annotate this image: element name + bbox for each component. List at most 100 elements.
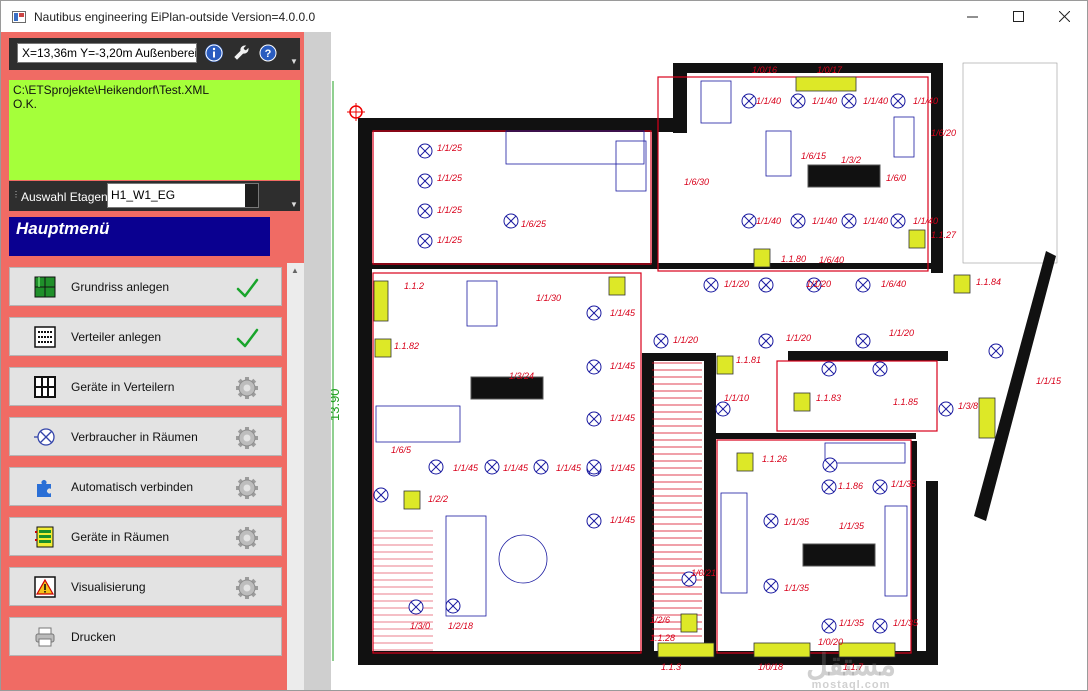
chevron-down-icon[interactable] (245, 184, 258, 207)
plan-label[interactable]: 1.1.3 (661, 662, 681, 672)
plan-label[interactable]: 1/1/45 (610, 515, 636, 525)
plan-label[interactable]: 1/1/25 (437, 205, 463, 215)
info-icon[interactable] (205, 44, 223, 62)
plan-label[interactable]: 1.1.84 (976, 277, 1001, 287)
plan-label[interactable]: 1/1/10 (724, 393, 749, 403)
plan-label[interactable]: 1/0/20 (818, 637, 843, 647)
plan-label[interactable]: 1/0/17 (817, 65, 843, 75)
plan-label[interactable]: 1/1/45 (453, 463, 479, 473)
floor-select[interactable]: H1_W1_EG (107, 183, 259, 208)
plan-label[interactable]: 1/1/45 (610, 413, 636, 423)
plan-label[interactable]: 1/1/20 (724, 279, 749, 289)
menu-item-7[interactable]: Visualisierung (9, 567, 282, 606)
floor-chevron-icon[interactable]: ▼ (289, 200, 299, 210)
dimension-label: 13.90 (331, 388, 342, 421)
plan-label[interactable]: 1/1/20 (889, 328, 914, 338)
plan-label[interactable]: 1.1.2 (404, 281, 424, 291)
plan-label[interactable]: 1.1.80 (781, 254, 806, 264)
plan-label[interactable]: 1/1/45 (610, 463, 636, 473)
furniture (615, 140, 647, 192)
toolbar-chevron-icon[interactable]: ▼ (289, 57, 299, 67)
plan-label[interactable]: 1.1.82 (394, 341, 419, 351)
furniture (505, 130, 645, 165)
plan-label[interactable]: 1/3/2 (841, 155, 861, 165)
plan-label[interactable]: 1/1/35 (891, 479, 917, 489)
plan-label[interactable]: 1/1/35 (839, 618, 865, 628)
plan-label[interactable]: 1/0/18 (758, 662, 783, 672)
plan-label[interactable]: 1/6/5 (391, 445, 412, 455)
menu-item-label: Verbraucher in Räumen (71, 430, 198, 444)
scroll-up-icon[interactable]: ▲ (291, 266, 299, 275)
plan-label[interactable]: 1.1.85 (893, 397, 919, 407)
plan-label[interactable]: 1/1/30 (536, 293, 561, 303)
plan-label[interactable]: 1/3/0 (410, 621, 430, 631)
plan-label[interactable]: 1/6/40 (819, 255, 844, 265)
wrench-icon[interactable] (232, 44, 250, 62)
plan-label[interactable]: 1/6/0 (886, 173, 906, 183)
plan-label[interactable]: 1/6/40 (881, 279, 906, 289)
menu-item-8[interactable]: Drucken (9, 617, 282, 656)
plan-label[interactable]: 1/1/35 (784, 517, 810, 527)
plan-label[interactable]: 1.1.86 (838, 481, 863, 491)
menu-item-4[interactable]: Verbraucher in Räumen (9, 417, 282, 456)
plan-label[interactable]: 1/1/20 (786, 333, 811, 343)
plan-label[interactable]: 1.1.83 (816, 393, 841, 403)
help-icon[interactable]: ? (259, 44, 277, 62)
plan-label[interactable]: 1/1/45 (610, 361, 636, 371)
menu-item-6[interactable]: Geräte in Räumen (9, 517, 282, 556)
plan-label[interactable]: 1/1/45 (503, 463, 529, 473)
plan-label[interactable]: 1/6/15 (801, 151, 827, 161)
gear-icon (236, 377, 258, 399)
plan-label[interactable]: 1/1/25 (437, 235, 463, 245)
plan-label[interactable]: 1/1/40 (756, 96, 781, 106)
menu-item-3[interactable]: Geräte in Verteilern (9, 367, 282, 406)
plan-label[interactable]: 1/0/21 (691, 568, 716, 578)
distributor-box (793, 392, 811, 412)
plan-label[interactable]: 1/6/25 (521, 219, 547, 229)
wall (642, 353, 712, 361)
plan-label[interactable]: 1/1/35 (784, 583, 810, 593)
plan-label[interactable]: 1/1/40 (913, 216, 938, 226)
plan-label[interactable]: 1/1/40 (812, 216, 837, 226)
plan-label[interactable]: 1/1/40 (913, 96, 938, 106)
plan-label[interactable]: 1/2/18 (448, 621, 473, 631)
plan-label[interactable]: 1.1.81 (736, 355, 761, 365)
balcony-outline (962, 62, 1058, 264)
plan-label[interactable]: 1.1.26 (762, 454, 787, 464)
plan-label[interactable]: 1/1/25 (437, 173, 463, 183)
plan-label[interactable]: 1/6/20 (931, 128, 956, 138)
menu-item-1[interactable]: Grundriss anlegen (9, 267, 282, 306)
plan-label[interactable]: 1/1/15 (1036, 376, 1062, 386)
plan-label[interactable]: 1/1/45 (556, 463, 582, 473)
plan-label[interactable]: 1/1/35 (839, 521, 865, 531)
floorplan-canvas[interactable]: 13.90 1/1/25 1/1/25 1/1/25 1/1/25 1/6/25 1/6/3… (304, 32, 1088, 691)
close-button[interactable] (1041, 1, 1087, 32)
distributor-box (753, 248, 771, 268)
plan-label[interactable]: 1.1.28 (650, 633, 675, 643)
coordinates-field[interactable]: X=13,36m Y=-3,20m Außenbereich (17, 43, 197, 63)
plan-label[interactable]: 1/1/20 (806, 279, 831, 289)
menu-item-2[interactable]: Verteiler anlegen (9, 317, 282, 356)
maximize-button[interactable] (995, 1, 1041, 32)
plan-label[interactable]: 1/1/40 (863, 96, 888, 106)
plan-label[interactable]: 1/6/30 (684, 177, 709, 187)
plan-label[interactable]: 1/1/40 (863, 216, 888, 226)
plan-label[interactable]: 1/1/45 (610, 308, 636, 318)
menu-scrollbar[interactable]: ▲ (287, 263, 304, 690)
plan-label[interactable]: 1/2/6 (650, 615, 670, 625)
menu-item-label: Visualisierung (71, 580, 146, 594)
plan-label[interactable]: 1/1/25 (437, 143, 463, 153)
plan-label[interactable]: 1/1/40 (812, 96, 837, 106)
plan-label[interactable]: 1/1/20 (673, 335, 698, 345)
minimize-button[interactable] (949, 1, 995, 32)
plan-label[interactable]: 1/1/40 (756, 216, 781, 226)
plan-label[interactable]: 1/0/16 (752, 65, 777, 75)
plan-label[interactable]: 1/3/24 (509, 371, 534, 381)
plan-label[interactable]: 1.1.27 (931, 230, 957, 240)
plan-label[interactable]: 1/1/35 (893, 618, 919, 628)
plan-label[interactable]: 1/2/2 (428, 494, 448, 504)
menu-item-5[interactable]: Automatisch verbinden (9, 467, 282, 506)
plan-label[interactable]: 1/3/8 (958, 401, 978, 411)
distributor-box (403, 490, 421, 510)
floorplan-svg[interactable]: 13.90 1/1/25 1/1/25 1/1/25 1/1/25 1/6/25 1/6/3… (331, 32, 1088, 691)
